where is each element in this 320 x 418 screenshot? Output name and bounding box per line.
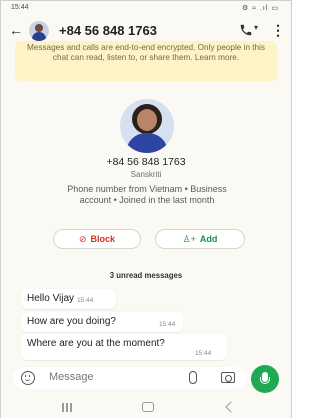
profile-info: Phone number from Vietnam • Business acc… (67, 184, 227, 205)
add-person-icon: ♙+ (182, 234, 196, 244)
add-contact-button[interactable]: ♙+ Add (155, 229, 245, 249)
more-options-icon[interactable]: ⋮ (271, 21, 285, 39)
call-dropdown-icon[interactable]: ▾ (254, 23, 258, 32)
status-time: 15:44 (11, 4, 29, 11)
message-input-bar: Message (13, 367, 247, 389)
voice-call-icon[interactable] (239, 23, 253, 37)
emoji-icon[interactable] (21, 371, 35, 385)
recents-icon[interactable] (61, 403, 73, 413)
mic-button[interactable] (251, 365, 279, 393)
add-label: Add (199, 234, 218, 244)
recents-bar (66, 403, 68, 412)
message-time: 15:44 (159, 321, 176, 328)
message-bubble[interactable]: How are you doing? 15:44 (21, 312, 183, 332)
message-text: How are you doing? (27, 316, 116, 327)
block-label: Block (90, 234, 116, 244)
avatar-head-shape (35, 24, 43, 32)
chat-screen: 15:44 ⚙ ≈ .ıl ▭ ← +84 56 848 1763 ▾ ⋮ Me… (0, 0, 292, 418)
profile-face-shape (137, 109, 157, 131)
message-text: Hello Vijay (27, 293, 75, 304)
block-icon: ⊘ (78, 234, 87, 244)
message-time: 15:44 (195, 350, 212, 357)
recents-bar (62, 403, 64, 412)
home-icon[interactable] (142, 402, 154, 412)
system-nav-bar (1, 397, 291, 418)
message-bubble[interactable]: Hello Vijay 15:44 (21, 289, 116, 309)
block-button[interactable]: ⊘ Block (53, 229, 141, 249)
mic-stand-shape (260, 377, 270, 384)
profile-name: Sanskriti (130, 170, 162, 179)
status-bar: 15:44 ⚙ ≈ .ıl ▭ (1, 1, 291, 15)
unread-divider: 3 unread messages (109, 271, 183, 280)
status-icons: ⚙ ≈ .ıl ▭ (241, 5, 279, 12)
back-arrow-icon[interactable]: ← (7, 21, 25, 39)
profile-photo[interactable] (120, 99, 174, 153)
profile-body-shape (126, 133, 168, 153)
message-input[interactable]: Message (49, 371, 94, 383)
recents-bar (70, 403, 72, 412)
message-time: 15:44 (77, 297, 94, 304)
nav-back-icon[interactable] (225, 401, 237, 413)
avatar-body-shape (32, 32, 46, 41)
contact-title[interactable]: +84 56 848 1763 (59, 23, 157, 38)
message-bubble[interactable]: Where are you at the moment? 15:44 (21, 334, 227, 360)
camera-icon[interactable] (221, 372, 235, 383)
encryption-notice[interactable]: Messages and calls are end-to-end encryp… (15, 41, 277, 81)
attach-icon[interactable] (189, 371, 197, 384)
message-text: Where are you at the moment? (27, 338, 165, 349)
profile-phone: +84 56 848 1763 (106, 156, 186, 168)
contact-avatar[interactable] (29, 21, 49, 41)
